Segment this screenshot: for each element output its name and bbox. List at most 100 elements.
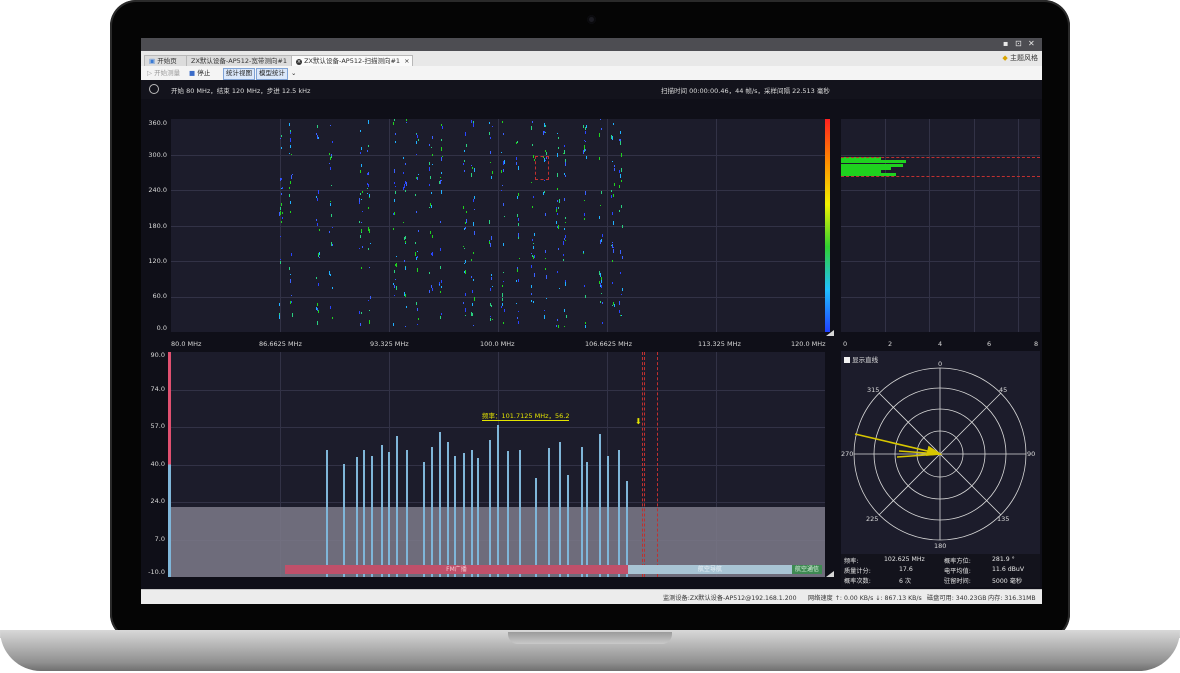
spectrum-peak bbox=[423, 462, 425, 577]
spectrum-peak bbox=[343, 464, 345, 577]
waterfall-dot bbox=[489, 220, 490, 224]
waterfall-dot bbox=[531, 285, 532, 288]
polar-plot[interactable]: 0 45 90 135 180 225 270 315 bbox=[841, 351, 1040, 554]
waterfall-dot bbox=[503, 161, 504, 165]
waterfall-dot bbox=[360, 170, 361, 173]
grid-line bbox=[171, 154, 825, 156]
waterfall-dot bbox=[503, 169, 504, 172]
waterfall-dot bbox=[612, 212, 613, 215]
waterfall-dot bbox=[368, 227, 369, 231]
waterfall-dot bbox=[545, 213, 546, 216]
waterfall-dot bbox=[441, 172, 442, 174]
webcam-icon bbox=[587, 15, 596, 24]
waterfall-dot bbox=[279, 303, 280, 306]
waterfall-dot bbox=[471, 276, 472, 278]
settings-circle-icon[interactable] bbox=[149, 84, 159, 94]
spectrum-peak bbox=[326, 450, 328, 577]
waterfall-dot bbox=[329, 163, 330, 164]
close-icon[interactable]: × bbox=[404, 57, 409, 65]
waterfall-dot bbox=[393, 228, 394, 230]
waterfall-dot bbox=[416, 211, 417, 213]
waterfall-dot bbox=[362, 211, 363, 212]
start-measure-button[interactable]: ▷ 开始测量 bbox=[145, 68, 182, 78]
waterfall-dot bbox=[473, 199, 474, 202]
theme-button[interactable]: ◆ 主题风格 bbox=[1002, 53, 1038, 63]
spectrum-peak bbox=[599, 434, 601, 577]
spectrum-peak bbox=[381, 445, 383, 577]
waterfall-dot bbox=[557, 188, 558, 190]
device-status: 监测设备:ZX默认设备-AP512@192.168.1.200 bbox=[663, 595, 797, 602]
waterfall-dot bbox=[503, 322, 504, 324]
chevron-down-icon[interactable]: ⌄ bbox=[289, 68, 298, 78]
spectrum-peak bbox=[406, 450, 408, 577]
waterfall-dot bbox=[612, 305, 613, 306]
app-window: ▪ ⊡ ✕ ◆ 主题风格 ▣ 开始页 ZX默认设备-AP512-宽带测向#1 ×… bbox=[141, 38, 1042, 604]
waterfall-dot bbox=[440, 248, 441, 251]
waterfall-dot bbox=[544, 123, 545, 127]
waterfall-dot bbox=[583, 251, 584, 253]
waterfall-dot bbox=[360, 152, 361, 154]
waterfall-dot bbox=[503, 272, 504, 273]
waterfall-dot bbox=[291, 175, 292, 179]
resize-handle-icon[interactable] bbox=[826, 571, 834, 577]
close-button[interactable]: ✕ bbox=[1028, 39, 1035, 49]
waterfall-dot bbox=[332, 244, 333, 246]
waterfall-dot bbox=[359, 198, 360, 202]
waterfall-dot bbox=[472, 167, 473, 169]
waterfall-dot bbox=[558, 225, 559, 229]
waterfall-dot bbox=[441, 190, 442, 194]
marker-arrow-icon: ⬇ bbox=[635, 417, 642, 426]
scan-time-text: 扫描时间 00:00:00.46，44 帧/s，采样间隔 22.513 毫秒 bbox=[661, 87, 830, 95]
restore-button[interactable]: ⊡ bbox=[1015, 39, 1022, 49]
spectrum-peak bbox=[363, 450, 365, 577]
model-stat-button[interactable]: 模型统计 bbox=[256, 68, 288, 80]
waterfall-dot bbox=[611, 195, 612, 198]
waterfall-dot bbox=[330, 167, 331, 170]
waterfall-dot bbox=[600, 301, 601, 303]
minimize-button[interactable]: ▪ bbox=[1003, 39, 1008, 49]
waterfall-dot bbox=[440, 177, 441, 178]
waterfall-dot bbox=[431, 285, 432, 288]
spectrum-plot[interactable]: ⬇ bbox=[171, 352, 825, 577]
waterfall-dot bbox=[289, 153, 290, 154]
waterfall-dot bbox=[501, 170, 502, 173]
polar-angle-label: 270 bbox=[841, 450, 853, 458]
waterfall-dot bbox=[558, 207, 559, 209]
waterfall-plot[interactable] bbox=[171, 119, 825, 332]
waterfall-dot bbox=[415, 242, 416, 244]
polar-angle-label: 315 bbox=[867, 386, 879, 394]
waterfall-dot bbox=[585, 322, 586, 324]
waterfall-dot bbox=[564, 238, 565, 240]
stop-button[interactable]: ■ 停止 bbox=[187, 68, 212, 78]
waterfall-dot bbox=[556, 209, 557, 212]
waterfall-dot bbox=[600, 119, 601, 120]
waterfall-dot bbox=[565, 240, 566, 241]
waterfall-dot bbox=[282, 217, 283, 219]
ytick: 74.0 bbox=[150, 385, 165, 393]
histogram-plot[interactable] bbox=[841, 119, 1040, 332]
waterfall-dot bbox=[405, 190, 406, 192]
waterfall-dot bbox=[395, 191, 396, 194]
waterfall-dot bbox=[331, 214, 332, 217]
waterfall-dot bbox=[360, 193, 361, 195]
tab-close-icon[interactable]: × bbox=[296, 59, 302, 65]
waterfall-dot bbox=[317, 223, 318, 226]
waterfall-dot bbox=[464, 160, 465, 162]
polar-angle-label: 90 bbox=[1027, 450, 1035, 458]
waterfall-dot bbox=[564, 150, 565, 154]
waterfall-dot bbox=[583, 125, 584, 128]
waterfall-dot bbox=[612, 244, 613, 248]
waterfall-dot bbox=[432, 288, 433, 291]
waterfall-dot bbox=[404, 184, 405, 188]
waterfall-dot bbox=[405, 181, 406, 184]
waterfall-dot bbox=[564, 326, 565, 327]
waterfall-dot bbox=[403, 222, 404, 223]
waterfall-dot bbox=[602, 302, 603, 304]
waterfall-dot bbox=[430, 231, 431, 234]
stat-view-button[interactable]: 统计视图 bbox=[223, 68, 255, 80]
waterfall-dot bbox=[464, 263, 465, 264]
waterfall-dot bbox=[517, 317, 518, 319]
waterfall-dot bbox=[329, 231, 330, 233]
waterfall-dot bbox=[281, 178, 282, 180]
waterfall-dot bbox=[613, 249, 614, 253]
